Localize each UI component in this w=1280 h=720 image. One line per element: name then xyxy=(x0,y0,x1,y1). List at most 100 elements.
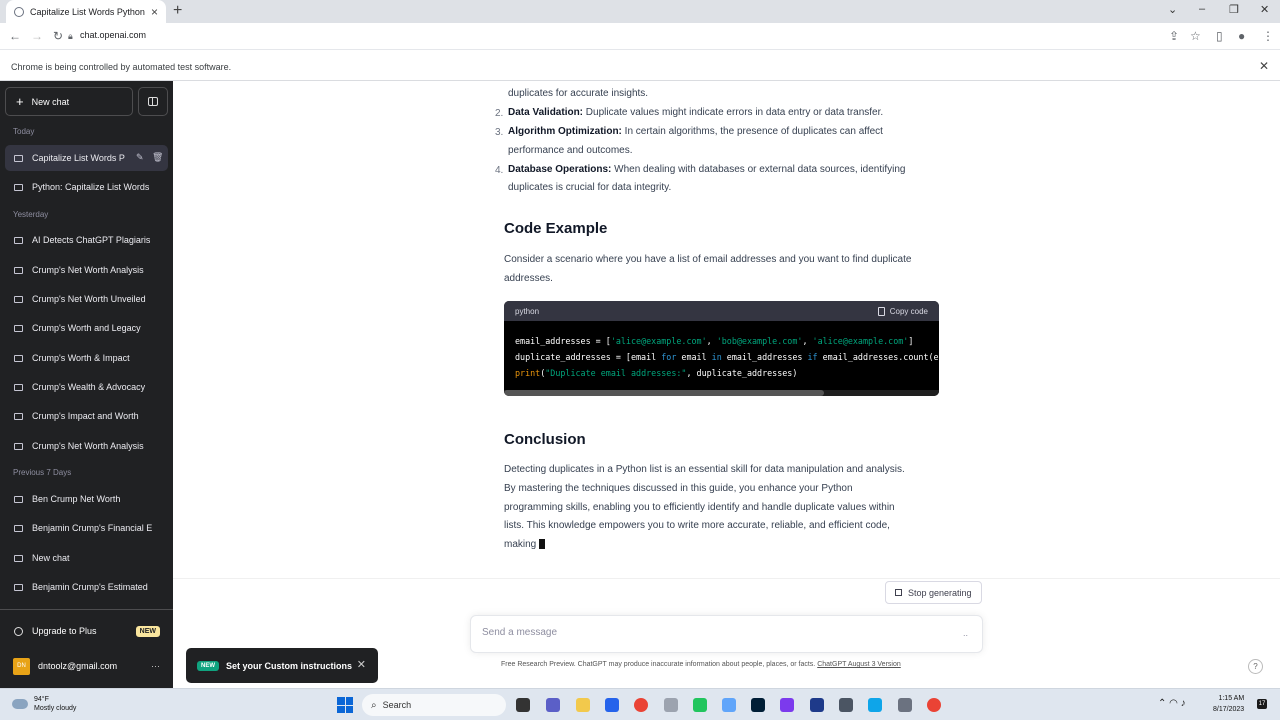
close-tab-icon[interactable]: × xyxy=(151,5,158,19)
chat-item-label: Crump's Worth and Legacy xyxy=(32,323,141,333)
close-window-icon[interactable]: ✕ xyxy=(1260,3,1269,16)
sidebar-chat-item[interactable]: Crump's Net Worth Analysis xyxy=(5,257,168,283)
notification-badge[interactable]: 17 xyxy=(1257,699,1267,709)
reload-icon[interactable]: ↻ xyxy=(53,29,63,43)
lock-icon[interactable]: 🔒︎ xyxy=(68,31,73,42)
automation-infobar: Chrome is being controlled by automated … xyxy=(0,51,1280,81)
clipboard-icon xyxy=(877,306,885,316)
conclusion-text: programming skills, enabling you to effi… xyxy=(504,502,895,513)
sidebar-chat-item[interactable]: Benjamin Crump's Financial E xyxy=(5,515,168,541)
chat-bubble-icon xyxy=(14,183,23,191)
maximize-icon[interactable]: ❐ xyxy=(1229,3,1239,16)
forward-icon[interactable]: → xyxy=(31,29,43,43)
new-badge: NEW xyxy=(197,660,219,671)
new-chat-label: New chat xyxy=(31,96,70,107)
windows-start-icon[interactable] xyxy=(337,697,353,713)
sidebar-chat-item[interactable]: Python: Capitalize List Words xyxy=(5,174,168,200)
edit-icon[interactable]: ✎ xyxy=(136,152,144,163)
menu-icon[interactable]: ⋮ xyxy=(1262,29,1274,43)
url-text[interactable]: chat.openai.com xyxy=(80,30,146,40)
new-chat-button[interactable]: + New chat xyxy=(5,87,133,116)
system-tray-icons[interactable]: ⌃ ◠ ♪ xyxy=(1158,698,1186,709)
send-button[interactable]: .. xyxy=(963,628,968,638)
list-item: Algorithm Optimization: In certain algor… xyxy=(508,122,883,141)
store-icon[interactable] xyxy=(605,698,619,712)
code-example-heading: Code Example xyxy=(504,220,608,237)
teams-chat-icon[interactable] xyxy=(546,698,560,712)
sidebar-chat-item[interactable]: New chat xyxy=(5,545,168,571)
copy-code-button[interactable]: Copy code xyxy=(877,306,928,316)
notepad-icon[interactable] xyxy=(693,698,707,712)
app-icon[interactable] xyxy=(810,698,824,712)
bookmark-star-icon[interactable]: ☆ xyxy=(1190,29,1201,43)
response-text: duplicates for accurate insights. xyxy=(508,88,649,99)
copy-code-label: Copy code xyxy=(889,306,928,316)
photos-icon[interactable] xyxy=(722,698,736,712)
close-infobar-icon[interactable]: ✕ xyxy=(1259,59,1269,73)
tab-title: Capitalize List Words Python xyxy=(30,6,145,17)
app-icon[interactable] xyxy=(898,698,912,712)
delete-icon[interactable]: 🗑︎ xyxy=(152,152,163,163)
sidebar-chat-item[interactable]: Crump's Net Worth Unveiled xyxy=(5,286,168,312)
code-intro-continuation: addresses. xyxy=(504,273,553,284)
list-number: 2. xyxy=(495,108,504,119)
browser-tab[interactable]: Capitalize List Words Python × xyxy=(6,0,166,23)
clock[interactable]: 1:15 AM 8/17/2023 xyxy=(1213,693,1244,715)
chat-bubble-icon xyxy=(14,354,23,362)
profile-icon[interactable]: ● xyxy=(1238,29,1245,43)
new-tab-icon[interactable]: + xyxy=(173,2,182,20)
stop-generating-button[interactable]: Stop generating xyxy=(885,581,982,604)
task-view-icon[interactable] xyxy=(516,698,530,712)
toast-text: Set your Custom instructions xyxy=(226,660,353,671)
code-intro: Consider a scenario where you have a lis… xyxy=(504,254,912,265)
chat-item-label: Benjamin Crump's Financial E xyxy=(32,523,153,533)
scrollbar-thumb[interactable] xyxy=(504,390,824,396)
chat-bubble-icon xyxy=(14,412,23,420)
message-input[interactable] xyxy=(482,627,922,638)
conclusion-heading: Conclusion xyxy=(504,431,586,448)
more-options-icon[interactable]: ··· xyxy=(151,661,160,671)
app-icon[interactable] xyxy=(868,698,882,712)
weather-widget[interactable]: 94°F Mostly cloudy xyxy=(12,695,76,713)
app-icon[interactable] xyxy=(664,698,678,712)
chat-item-label: Ben Crump Net Worth xyxy=(32,494,121,504)
share-icon[interactable]: ⇪ xyxy=(1169,29,1179,43)
stop-icon xyxy=(895,589,902,596)
sidebar-chat-item[interactable]: AI Detects ChatGPT Plagiaris xyxy=(5,227,168,253)
chrome-icon[interactable] xyxy=(634,698,648,712)
conclusion-text: lists. This knowledge empowers you to wr… xyxy=(504,520,890,531)
list-item-continuation: duplicates is crucial for data integrity… xyxy=(508,182,672,193)
upgrade-to-plus-button[interactable]: Upgrade to Plus NEW xyxy=(5,618,168,644)
sidebar-chat-item[interactable]: Crump's Worth & Impact xyxy=(5,345,168,371)
custom-instructions-toast[interactable]: NEW Set your Custom instructions ✕ xyxy=(186,648,378,683)
sidebar-chat-item[interactable]: Crump's Net Worth Analysis xyxy=(5,433,168,459)
list-item-bold: Algorithm Optimization: xyxy=(508,126,622,137)
chat-item-label: Python: Capitalize List Words xyxy=(32,182,150,192)
minimize-icon[interactable]: – xyxy=(1199,3,1205,15)
help-button[interactable]: ? xyxy=(1248,659,1263,674)
back-icon[interactable]: ← xyxy=(9,29,21,43)
chat-bubble-icon xyxy=(14,295,23,303)
sidebar-chat-item[interactable]: Capitalize List Words P ✎ 🗑︎ xyxy=(5,145,168,171)
user-email: dntoolz@gmail.com xyxy=(38,661,118,671)
close-toast-icon[interactable]: ✕ xyxy=(357,658,366,671)
time: 1:15 AM xyxy=(1218,695,1245,702)
version-link[interactable]: ChatGPT August 3 Version xyxy=(817,661,901,668)
list-item-text: When dealing with databases or external … xyxy=(611,164,906,175)
tab-search-icon[interactable]: ⌄ xyxy=(1168,3,1177,16)
sidebar-chat-item[interactable]: Benjamin Crump's Estimated xyxy=(5,574,168,600)
side-panel-icon[interactable]: ▯ xyxy=(1216,29,1223,43)
taskbar-search[interactable]: ⌕ Search xyxy=(362,694,506,716)
calculator-icon[interactable] xyxy=(839,698,853,712)
user-menu-button[interactable]: DN dntoolz@gmail.com ··· xyxy=(5,653,168,679)
vpn-icon[interactable] xyxy=(780,698,794,712)
file-explorer-icon[interactable] xyxy=(576,698,590,712)
sidebar-chat-item[interactable]: Ben Crump Net Worth xyxy=(5,486,168,512)
sidebar-chat-item[interactable]: Crump's Worth and Legacy xyxy=(5,315,168,341)
sidebar-chat-item[interactable]: Crump's Wealth & Advocacy xyxy=(5,374,168,400)
photoshop-icon[interactable] xyxy=(751,698,765,712)
sidebar-chat-item[interactable]: Crump's Impact and Worth xyxy=(5,403,168,429)
code-scrollbar[interactable] xyxy=(504,390,939,396)
chrome-active-icon[interactable] xyxy=(927,698,941,712)
toggle-sidebar-button[interactable] xyxy=(138,87,168,116)
